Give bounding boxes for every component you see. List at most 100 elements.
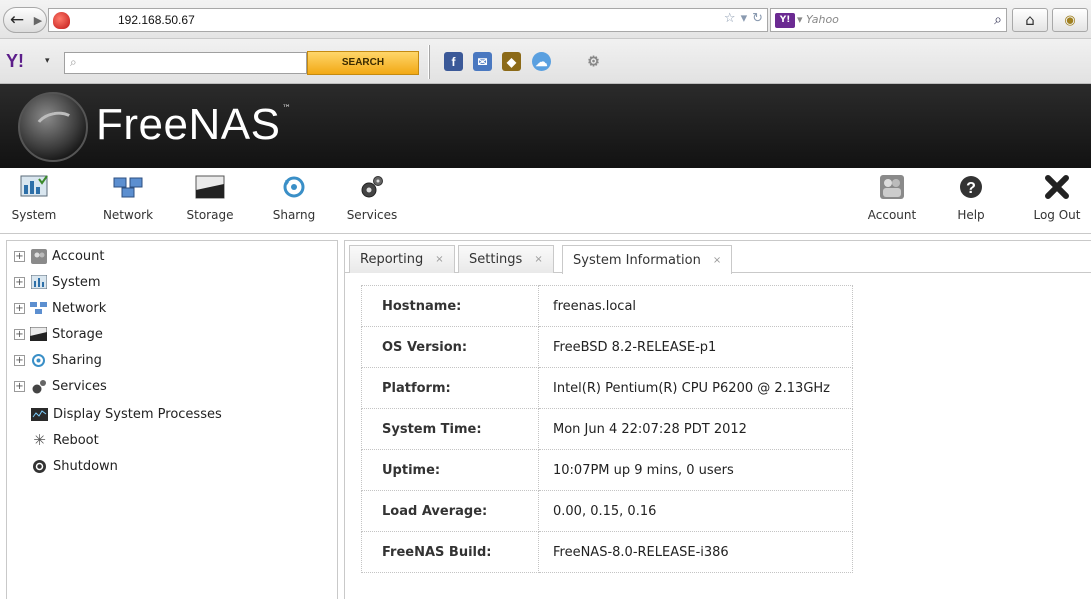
dropdown-arrow-icon[interactable]: ▾ — [741, 11, 748, 26]
system-time-label: System Time: — [361, 408, 539, 450]
sidebar-item-account[interactable]: + Account — [14, 244, 105, 268]
system-icon — [18, 172, 50, 202]
sidebar-item-label: Reboot — [53, 432, 99, 448]
tab-system-information[interactable]: System Information × — [562, 245, 733, 274]
toolbar-services-label: Services — [346, 208, 398, 222]
yahoo-logo[interactable]: Y! — [6, 51, 24, 72]
yahoo-search-button[interactable]: SEARCH — [307, 51, 419, 75]
sidebar-item-label: Display System Processes — [53, 406, 222, 422]
account-icon — [30, 248, 47, 264]
facebook-icon[interactable]: f — [444, 52, 463, 71]
expand-icon[interactable]: + — [14, 328, 25, 340]
toolbar-system-button[interactable]: System — [10, 172, 58, 222]
sidebar-item-storage[interactable]: + Storage — [14, 322, 103, 346]
weather-icon[interactable]: ☁ — [532, 52, 551, 71]
close-icon[interactable]: × — [713, 255, 721, 266]
toolbar-sharing-button[interactable]: Sharng — [268, 172, 320, 222]
sidebar-item-reboot[interactable]: ✳ Reboot — [31, 428, 99, 452]
sidebar-item-label: Network — [52, 300, 107, 316]
sidebar-item-sharing[interactable]: + Sharing — [14, 348, 102, 372]
tab-label: Reporting — [360, 252, 424, 267]
toolbar-sharing-label: Sharng — [272, 208, 316, 222]
toolbar-system-label: System — [11, 208, 57, 222]
games-icon[interactable]: ◆ — [502, 52, 521, 71]
trademark: ™ — [282, 104, 291, 114]
sidebar-item-system[interactable]: + System — [14, 270, 100, 294]
expand-icon[interactable]: + — [14, 276, 25, 288]
tab-reporting[interactable]: Reporting × — [349, 245, 455, 273]
mail-icon[interactable]: ✉ — [473, 52, 492, 71]
sidebar-item-network[interactable]: + Network — [14, 296, 106, 320]
addon-icon: ◉ — [1064, 12, 1076, 28]
expand-icon[interactable]: + — [14, 354, 25, 366]
nav-buttons: ← ▶ — [3, 7, 47, 33]
sidebar-item-services[interactable]: + Services — [14, 374, 107, 398]
table-row: Uptime: 10:07PM up 9 mins, 0 users — [361, 449, 853, 491]
toolbar-account-label: Account — [867, 208, 917, 222]
reload-icon[interactable]: ↻ — [752, 11, 763, 26]
sidebar-item-label: Sharing — [52, 352, 102, 368]
toolbar-help-label: Help — [957, 208, 985, 222]
expand-icon[interactable]: + — [14, 380, 25, 392]
browser-search-box[interactable]: Y! ▾ Yahoo ⌕ — [770, 8, 1007, 32]
sidebar-item-display-system-processes[interactable]: Display System Processes — [31, 402, 222, 426]
settings-gear-icon[interactable]: ⚙ — [584, 52, 603, 71]
sidebar-item-label: Account — [52, 248, 105, 264]
sidebar-item-label: Services — [52, 378, 107, 394]
tab-label: Settings — [469, 252, 523, 267]
account-icon — [876, 172, 908, 202]
hostname-label: Hostname: — [361, 285, 539, 327]
expand-icon[interactable]: + — [14, 302, 25, 314]
forward-button[interactable]: ▶ — [30, 9, 46, 31]
services-icon — [30, 379, 47, 394]
storage-icon — [30, 327, 47, 342]
tab-bar: Reporting × Settings × System Informatio… — [345, 241, 1091, 274]
back-button[interactable]: ← — [4, 7, 30, 33]
toolbar-storage-label: Storage — [186, 208, 234, 222]
yahoo-badge-icon: Y! — [775, 13, 795, 28]
tab-settings[interactable]: Settings × — [458, 245, 554, 273]
freenas-build-value: FreeNAS-8.0-RELEASE-i386 — [538, 531, 853, 573]
freenas-favicon-icon — [53, 12, 70, 29]
addon-button[interactable]: ◉ — [1052, 8, 1088, 32]
reboot-icon: ✳ — [33, 431, 46, 449]
toolbar-divider — [428, 45, 430, 79]
toolbar-services-button[interactable]: Services — [344, 172, 400, 222]
search-provider-label: ▾ Yahoo — [797, 13, 839, 26]
toolbar-storage-button[interactable]: Storage — [182, 172, 238, 222]
table-row: Load Average: 0.00, 0.15, 0.16 — [361, 490, 853, 532]
sidebar-item-label: System — [52, 274, 101, 290]
system-icon — [30, 275, 47, 290]
load-average-label: Load Average: — [361, 490, 539, 532]
svg-text:?: ? — [966, 180, 976, 197]
toolbar-network-button[interactable]: Network — [100, 172, 156, 222]
table-row: Platform: Intel(R) Pentium(R) CPU P6200 @… — [361, 367, 853, 409]
close-icon[interactable]: × — [435, 254, 443, 265]
system-info-table: Hostname: freenas.local OS Version: FreeBS… — [361, 285, 853, 573]
sidebar-tree: + Account + System + Network + Storage +… — [6, 240, 338, 599]
sharing-icon — [278, 172, 310, 202]
bookmark-star-icon[interactable]: ☆ — [724, 11, 736, 26]
os-version-label: OS Version: — [361, 326, 539, 368]
platform-value: Intel(R) Pentium(R) CPU P6200 @ 2.13GHz — [538, 367, 853, 409]
address-bar[interactable]: 192.168.50.67 ☆ ▾ ↻ — [48, 8, 768, 32]
home-button[interactable]: ⌂ — [1012, 8, 1048, 32]
table-row: OS Version: FreeBSD 8.2-RELEASE-p1 — [361, 326, 853, 368]
chevron-down-icon[interactable]: ▾ — [45, 56, 50, 66]
toolbar-logout-button[interactable]: Log Out — [1026, 172, 1088, 222]
sidebar-item-shutdown[interactable]: Shutdown — [31, 454, 118, 478]
search-icon: ⌕ — [70, 55, 77, 69]
hostname-value: freenas.local — [538, 285, 853, 327]
freenas-logo-icon — [18, 92, 88, 162]
main-panel: Reporting × Settings × System Informatio… — [344, 240, 1091, 599]
close-icon[interactable]: × — [534, 254, 542, 265]
toolbar-account-button[interactable]: Account — [862, 172, 922, 222]
toolbar-help-button[interactable]: ? Help — [951, 172, 991, 222]
browser-toolbar: ← ▶ 192.168.50.67 ☆ ▾ ↻ Y! ▾ Yahoo ⌕ ⌂ ◉ — [0, 0, 1091, 39]
expand-icon[interactable]: + — [14, 250, 25, 262]
search-go-icon[interactable]: ⌕ — [994, 12, 1002, 28]
table-row: System Time: Mon Jun 4 22:07:28 PDT 2012 — [361, 408, 853, 450]
yahoo-search-input[interactable]: ⌕ — [64, 52, 307, 74]
freenas-build-label: FreeNAS Build: — [361, 531, 539, 573]
services-icon — [356, 172, 388, 202]
